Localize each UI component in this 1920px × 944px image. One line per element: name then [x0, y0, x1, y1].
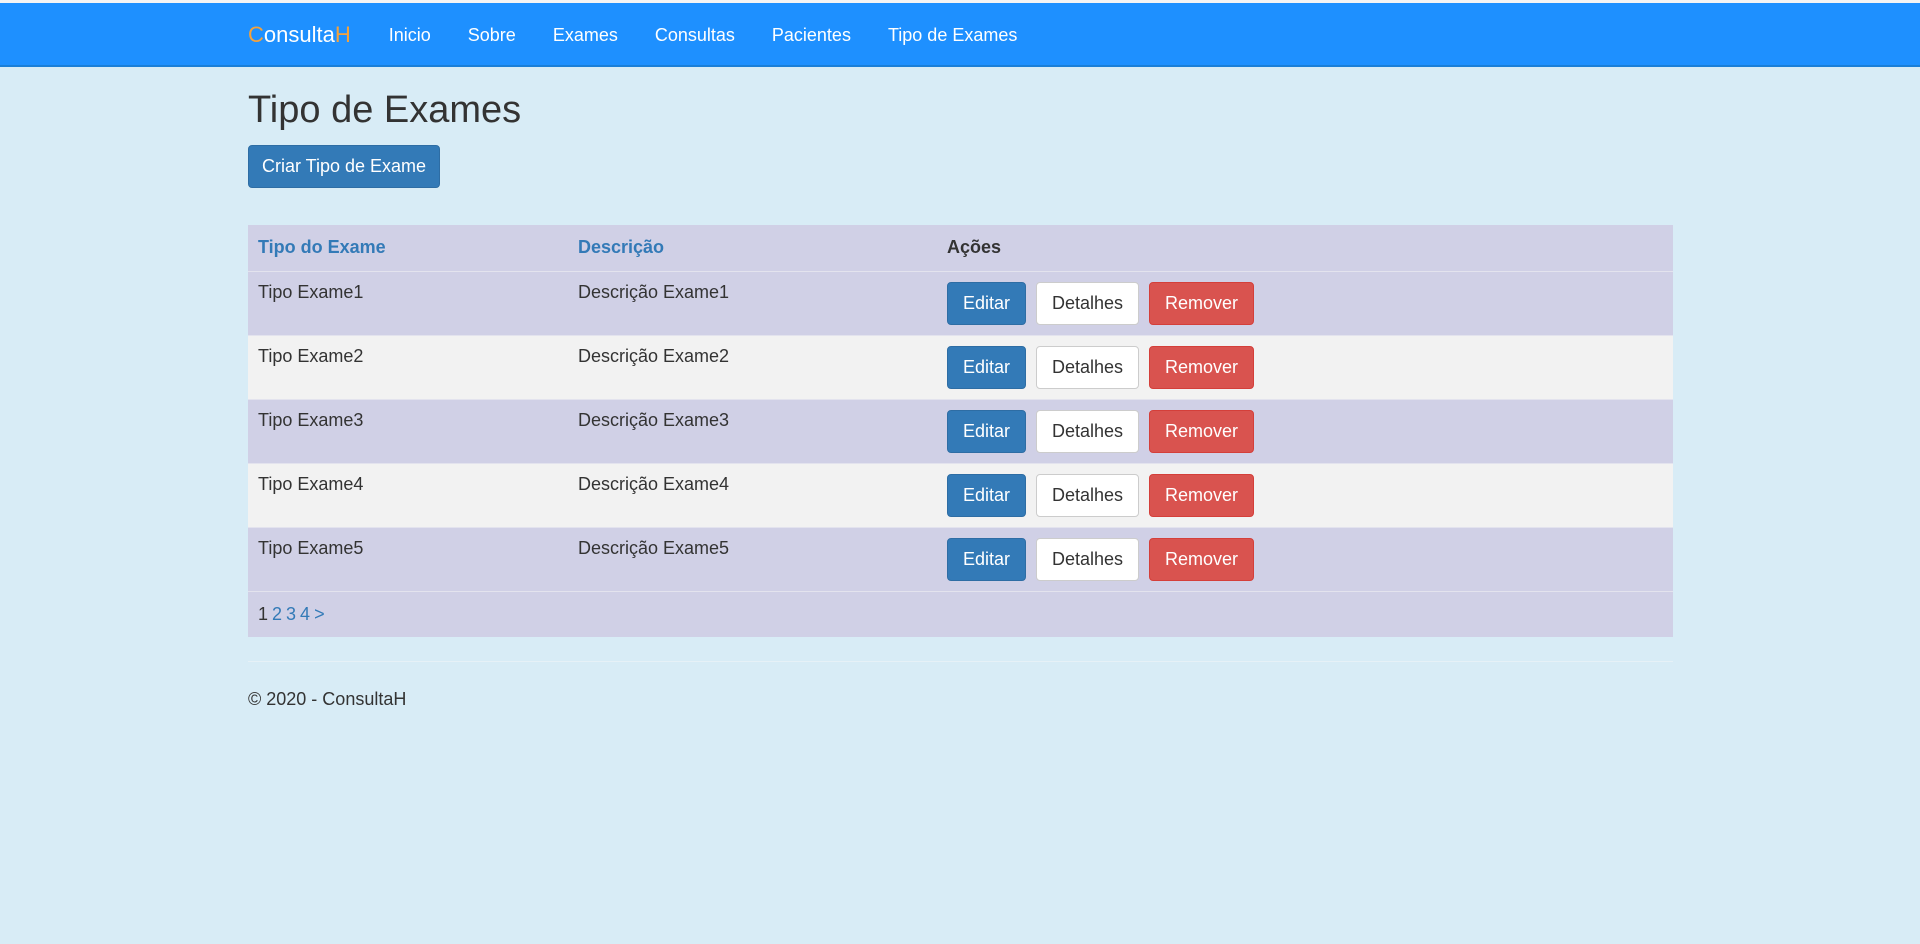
cell-tipo: Tipo Exame5 — [248, 526, 568, 591]
cell-descricao: Descrição Exame4 — [568, 462, 937, 527]
edit-button[interactable]: Editar — [947, 409, 1026, 453]
edit-button[interactable]: Editar — [947, 281, 1026, 325]
footer-divider — [248, 661, 1673, 662]
top-navbar: ConsultaH Inicio Sobre Exames Consultas … — [0, 3, 1920, 67]
details-button[interactable]: Detalhes — [1036, 409, 1139, 453]
details-button[interactable]: Detalhes — [1036, 345, 1139, 389]
footer-copyright: © 2020 - ConsultaH — [248, 689, 407, 709]
pagination-page-3[interactable]: 3 — [286, 604, 296, 624]
cell-actions: Editar Detalhes Remover — [937, 270, 1673, 335]
column-header-acoes: Ações — [937, 225, 1673, 272]
pagination-page-4[interactable]: 4 — [300, 604, 310, 624]
nav-link-exames[interactable]: Exames — [553, 25, 618, 46]
cell-tipo: Tipo Exame3 — [248, 398, 568, 463]
cell-tipo: Tipo Exame1 — [248, 270, 568, 335]
cell-descricao: Descrição Exame1 — [568, 270, 937, 335]
table-header-row: Tipo do Exame Descrição Ações — [248, 225, 1673, 272]
table-row: Tipo Exame5 Descrição Exame5 Editar Detal… — [248, 526, 1673, 591]
remove-button[interactable]: Remover — [1149, 409, 1254, 453]
table-row: Tipo Exame4 Descrição Exame4 Editar Detal… — [248, 462, 1673, 527]
exam-types-table: Tipo do Exame Descrição Ações Tipo Exame… — [248, 225, 1673, 637]
remove-button[interactable]: Remover — [1149, 537, 1254, 581]
pagination-next[interactable]: > — [314, 604, 325, 624]
brand-initial: C — [248, 22, 264, 47]
edit-button[interactable]: Editar — [947, 345, 1026, 389]
details-button[interactable]: Detalhes — [1036, 537, 1139, 581]
table-row: Tipo Exame2 Descrição Exame2 Editar Detal… — [248, 334, 1673, 399]
pagination-row: 1 2 3 4 > — [248, 590, 1673, 637]
nav-link-sobre[interactable]: Sobre — [468, 25, 516, 46]
edit-button[interactable]: Editar — [947, 473, 1026, 517]
pagination-current-page: 1 — [258, 603, 269, 624]
nav-link-tipo-de-exames[interactable]: Tipo de Exames — [888, 25, 1017, 46]
remove-button[interactable]: Remover — [1149, 345, 1254, 389]
cell-actions: Editar Detalhes Remover — [937, 334, 1673, 399]
table-row: Tipo Exame3 Descrição Exame3 Editar Detal… — [248, 398, 1673, 463]
details-button[interactable]: Detalhes — [1036, 473, 1139, 517]
nav-link-inicio[interactable]: Inicio — [389, 25, 431, 46]
pagination-page-2[interactable]: 2 — [272, 604, 282, 624]
cell-descricao: Descrição Exame5 — [568, 526, 937, 591]
column-header-tipo[interactable]: Tipo do Exame — [248, 225, 568, 272]
page-title: Tipo de Exames — [248, 89, 522, 131]
cell-actions: Editar Detalhes Remover — [937, 462, 1673, 527]
cell-tipo: Tipo Exame4 — [248, 462, 568, 527]
edit-button[interactable]: Editar — [947, 537, 1026, 581]
brand-final: H — [334, 22, 351, 47]
cell-actions: Editar Detalhes Remover — [937, 526, 1673, 591]
column-header-descricao[interactable]: Descrição — [568, 225, 937, 272]
table-row: Tipo Exame1 Descrição Exame1 Editar Detal… — [248, 270, 1673, 335]
nav-link-consultas[interactable]: Consultas — [655, 25, 735, 46]
cell-tipo: Tipo Exame2 — [248, 334, 568, 399]
navbar-inner: ConsultaH Inicio Sobre Exames Consultas … — [248, 3, 1054, 67]
cell-descricao: Descrição Exame2 — [568, 334, 937, 399]
nav-link-pacientes[interactable]: Pacientes — [772, 25, 851, 46]
remove-button[interactable]: Remover — [1149, 473, 1254, 517]
cell-actions: Editar Detalhes Remover — [937, 398, 1673, 463]
cell-descricao: Descrição Exame3 — [568, 398, 937, 463]
brand-logo[interactable]: ConsultaH — [248, 22, 351, 48]
remove-button[interactable]: Remover — [1149, 281, 1254, 325]
pagination: 1 2 3 4 > — [248, 590, 1673, 637]
details-button[interactable]: Detalhes — [1036, 281, 1139, 325]
brand-middle: onsulta — [263, 22, 335, 47]
create-exam-type-button[interactable]: Criar Tipo de Exame — [248, 145, 440, 188]
